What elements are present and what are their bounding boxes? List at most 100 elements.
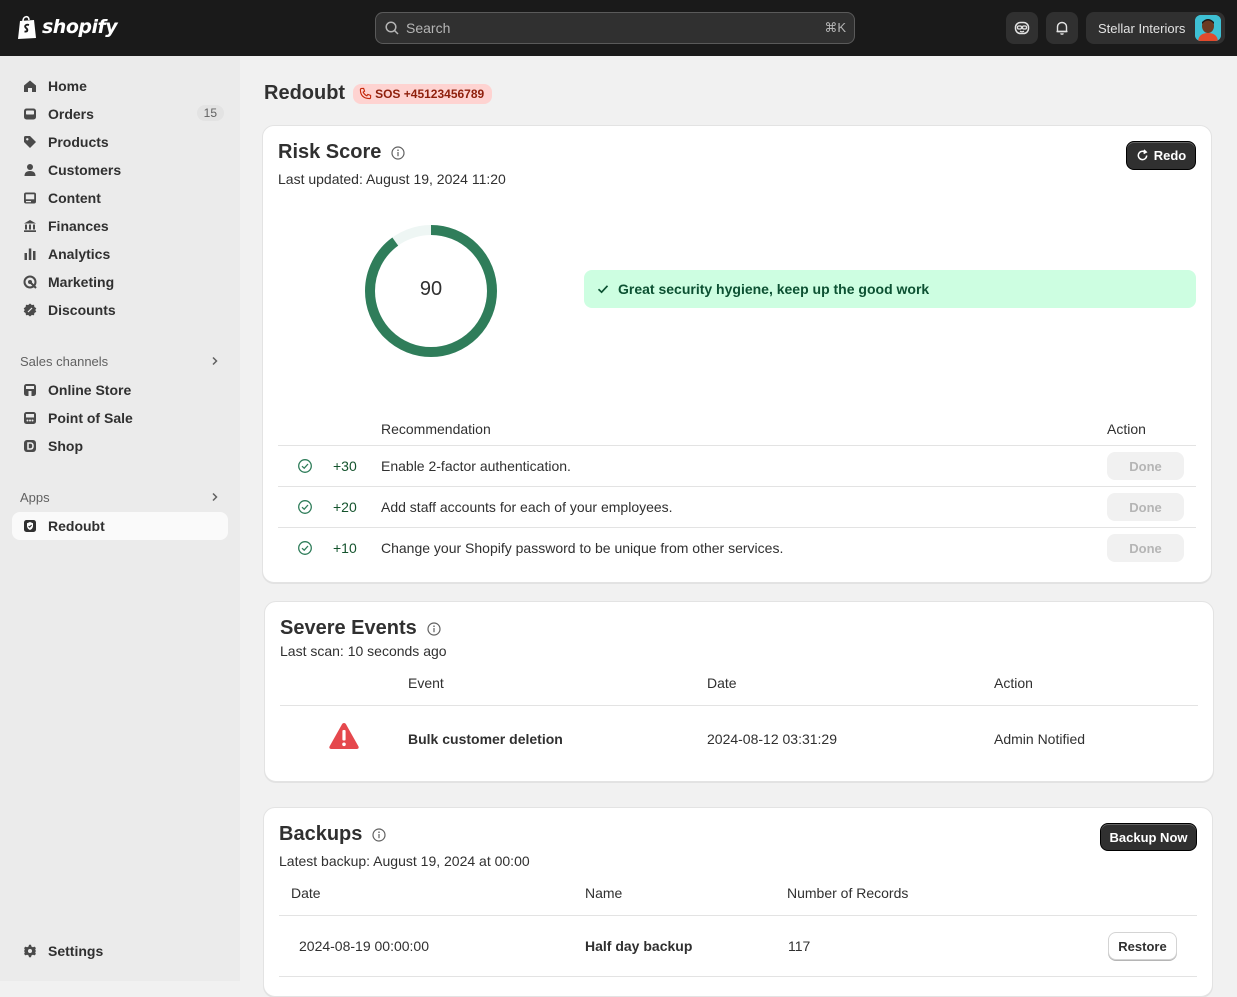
sidebar-item-label: Shop [48,438,83,454]
severe-events-title: Severe Events [280,617,417,639]
chevron-right-icon [210,354,220,369]
backups-heading: Backups [279,823,386,846]
done-button[interactable]: Done [1107,534,1184,562]
home-icon [22,78,38,94]
banner-text: Great security hygiene, keep up the good… [618,281,930,297]
col-header-action: Action [1107,421,1146,437]
redo-label: Redo [1153,148,1187,163]
check-circle-icon [298,459,312,473]
event-name: Bulk customer deletion [408,731,563,747]
risk-score-value: 90 [419,278,443,300]
sidebar-item-content[interactable]: Content [12,184,228,212]
divider [279,976,1197,977]
target-icon [22,274,38,290]
sidebar-item-label: Content [48,190,101,206]
sidebar-item-discounts[interactable]: Discounts [12,296,228,324]
col-header-name: Name [585,885,623,901]
shield-icon [22,518,38,534]
search-shortcut: ⌘K [824,20,846,35]
search-icon [385,21,399,35]
restore-button[interactable]: Restore [1108,932,1177,960]
events-last-scan: Last scan: 10 seconds ago [280,643,447,659]
col-header-action: Action [994,675,1033,691]
sos-label: SOS +45123456789 [375,86,485,101]
sidebar-item-online-store[interactable]: Online Store [12,376,228,404]
sidebar-item-label: Point of Sale [48,410,133,426]
sidebar-item-label: Home [48,78,87,94]
notifications-button[interactable] [1046,12,1078,44]
recommendation-points: +10 [333,540,357,556]
sidebar-item-label: Products [48,134,109,150]
apps-header[interactable]: Apps [20,490,220,505]
backup-now-button[interactable]: Backup Now [1100,823,1197,851]
sidebar-item-settings[interactable]: Settings [12,937,228,965]
col-header-recommendation: Recommendation [381,421,491,437]
divider [279,915,1197,916]
sidebar-item-shop[interactable]: Shop [12,432,228,460]
redo-button[interactable]: Redo [1126,141,1196,170]
discount-icon [22,302,38,318]
refresh-icon [1137,149,1148,161]
recommendation-points: +30 [333,458,357,474]
sidebar-item-label: Orders [48,106,94,122]
warning-triangle-icon [329,723,359,749]
shop-icon [22,438,38,454]
done-button[interactable]: Done [1107,452,1184,480]
store-menu-button[interactable]: Stellar Interiors [1086,12,1225,44]
sidebar-item-products[interactable]: Products [12,128,228,156]
sales-channels-header[interactable]: Sales channels [20,354,220,369]
sidebar-item-label: Discounts [48,302,116,318]
shopify-bag-icon [18,15,36,39]
backup-now-label: Backup Now [1109,829,1188,845]
page-header: Redoubt SOS +45123456789 [264,82,493,105]
person-icon [22,162,38,178]
bell-icon [1056,21,1068,35]
orders-count-badge: 15 [196,105,224,121]
bar-chart-icon [22,246,38,262]
check-circle-icon [298,500,312,514]
col-header-records: Number of Records [787,885,909,901]
sidebar-item-label: Online Store [48,382,132,398]
sidebar-item-redoubt[interactable]: Redoubt [12,512,228,540]
tag-icon [22,134,38,150]
divider [280,705,1198,706]
recommendation-text: Enable 2-factor authentication. [381,458,571,474]
backup-name: Half day backup [585,938,693,954]
search-input[interactable] [406,20,825,36]
inbox-icon [22,106,38,122]
risk-score-title: Risk Score [278,141,382,163]
done-button[interactable]: Done [1107,493,1184,521]
sidebar-item-marketing[interactable]: Marketing [12,268,228,296]
info-icon[interactable] [372,827,386,842]
severe-events-heading: Severe Events [280,617,441,640]
search-bar[interactable]: ⌘K [375,12,855,44]
sidebar-item-point-of-sale[interactable]: Point of Sale [12,404,228,432]
sidebar-item-home[interactable]: Home [12,72,228,100]
sales-channels-title: Sales channels [20,354,109,369]
avatar [1195,15,1221,41]
sidebar-item-label: Marketing [48,274,115,290]
divider [278,486,1196,487]
shopify-logo[interactable]: shopify [16,14,118,40]
sidebar-item-orders[interactable]: Orders 15 [12,100,228,128]
risk-score-heading: Risk Score [278,141,405,164]
sidebar-item-label: Finances [48,218,109,234]
sidebar-item-label: Customers [48,162,122,178]
app-assistant-button[interactable] [1006,12,1038,44]
image-icon [22,190,38,206]
recommendation-text: Add staff accounts for each of your empl… [381,499,673,515]
check-circle-icon [298,541,312,555]
info-icon[interactable] [427,621,441,636]
sidebar-item-customers[interactable]: Customers [12,156,228,184]
sidebar-item-finances[interactable]: Finances [12,212,228,240]
sidebar-item-analytics[interactable]: Analytics [12,240,228,268]
sidebar-item-label: Analytics [48,246,111,262]
event-date: 2024-08-12 03:31:29 [707,731,837,747]
info-icon[interactable] [391,145,405,160]
sos-badge[interactable]: SOS +45123456789 [353,83,493,104]
divider [278,527,1196,528]
store-name: Stellar Interiors [1098,20,1186,36]
page-title: Redoubt [264,82,346,104]
success-banner: Great security hygiene, keep up the good… [584,270,1196,308]
chevron-right-icon [210,490,220,505]
